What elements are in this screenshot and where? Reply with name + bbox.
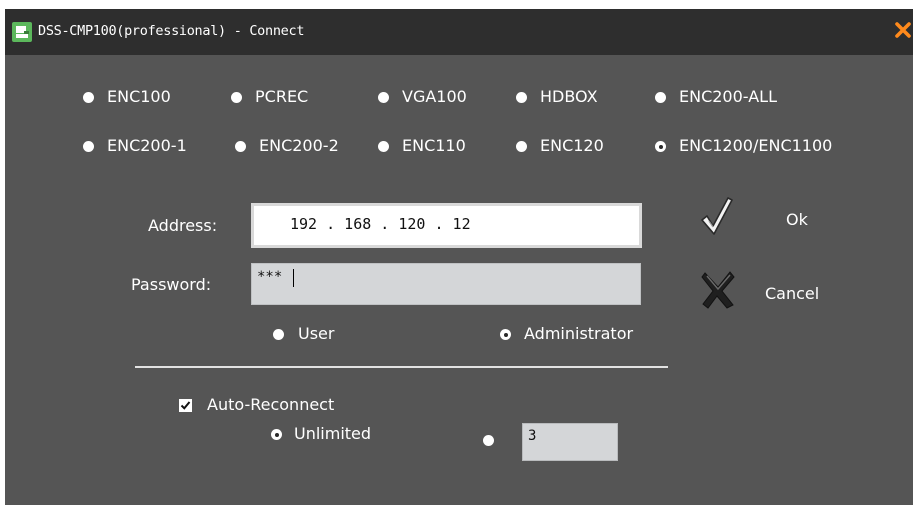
checkmark-icon (700, 196, 734, 240)
device-option-label: ENC200-ALL (679, 87, 777, 106)
radio-button[interactable] (83, 141, 94, 152)
radio-button-selected[interactable] (271, 429, 282, 440)
reconnect-option-label: Unlimited (294, 424, 372, 443)
reconnect-option-count[interactable] (483, 431, 503, 453)
cancel-button[interactable]: Cancel (701, 271, 851, 313)
checkmark-icon (180, 401, 191, 410)
radio-button[interactable] (83, 92, 94, 103)
password-value: *** (257, 269, 283, 285)
connect-dialog: DSS-CMP100(professional) - Connect ENC10… (5, 9, 913, 505)
device-option-pcrec[interactable]: PCREC (231, 87, 351, 109)
device-option-enc120[interactable]: ENC120 (516, 136, 646, 158)
device-option-enc110[interactable]: ENC110 (378, 136, 508, 158)
device-option-label: ENC1200/ENC1100 (679, 136, 833, 155)
radio-button[interactable] (516, 141, 527, 152)
role-option-label: User (298, 324, 335, 343)
device-option-label: VGA100 (402, 87, 467, 106)
ip-address-value: 192 . 168 . 120 . 12 (290, 215, 471, 233)
device-option-label: HDBOX (540, 87, 598, 106)
ok-button[interactable]: Ok (700, 196, 830, 240)
radio-button[interactable] (235, 141, 246, 152)
radio-button[interactable] (231, 92, 242, 103)
device-option-enc1200-enc1100[interactable]: ENC1200/ENC1100 (655, 136, 890, 158)
cross-icon (701, 271, 735, 313)
device-option-label: PCREC (255, 87, 309, 106)
cancel-label: Cancel (765, 284, 820, 303)
reconnect-option-unlimited[interactable]: Unlimited (271, 424, 411, 446)
device-option-hdbox[interactable]: HDBOX (516, 87, 646, 109)
device-option-label: ENC100 (107, 87, 171, 106)
auto-reconnect-label: Auto-Reconnect (207, 395, 335, 414)
password-label: Password: (131, 275, 212, 294)
app-icon (12, 22, 32, 42)
device-option-label: ENC110 (402, 136, 466, 155)
role-option-label: Administrator (524, 324, 634, 343)
role-option-user[interactable]: User (273, 324, 363, 346)
radio-button[interactable] (378, 92, 389, 103)
radio-button[interactable] (378, 141, 389, 152)
divider (135, 366, 668, 368)
address-label: Address: (148, 216, 218, 235)
window-title: DSS-CMP100(professional) - Connect (38, 23, 305, 39)
title-bar: DSS-CMP100(professional) - Connect (5, 9, 913, 55)
radio-button-selected[interactable] (655, 141, 666, 152)
radio-button[interactable] (483, 435, 494, 446)
close-icon[interactable] (895, 22, 911, 38)
device-option-label: ENC200-2 (259, 136, 339, 155)
radio-button[interactable] (273, 329, 284, 340)
ip-address-input[interactable]: 192 . 168 . 120 . 12 (251, 203, 642, 248)
device-option-label: ENC200-1 (107, 136, 187, 155)
reconnect-count-value: 3 (528, 428, 537, 444)
ok-label: Ok (786, 210, 808, 229)
auto-reconnect-checkbox[interactable] (179, 399, 192, 412)
radio-button-selected[interactable] (500, 329, 511, 340)
role-option-administrator[interactable]: Administrator (500, 324, 675, 346)
reconnect-count-input[interactable]: 3 (522, 423, 618, 461)
password-input[interactable]: *** (251, 263, 641, 305)
device-option-enc200-1[interactable]: ENC200-1 (83, 136, 233, 158)
radio-button[interactable] (655, 92, 666, 103)
text-cursor (293, 269, 294, 287)
device-option-enc200-all[interactable]: ENC200-ALL (655, 87, 835, 109)
device-option-label: ENC120 (540, 136, 604, 155)
device-option-vga100[interactable]: VGA100 (378, 87, 508, 109)
device-option-enc100[interactable]: ENC100 (83, 87, 223, 109)
radio-button[interactable] (516, 92, 527, 103)
device-option-enc200-2[interactable]: ENC200-2 (235, 136, 375, 158)
